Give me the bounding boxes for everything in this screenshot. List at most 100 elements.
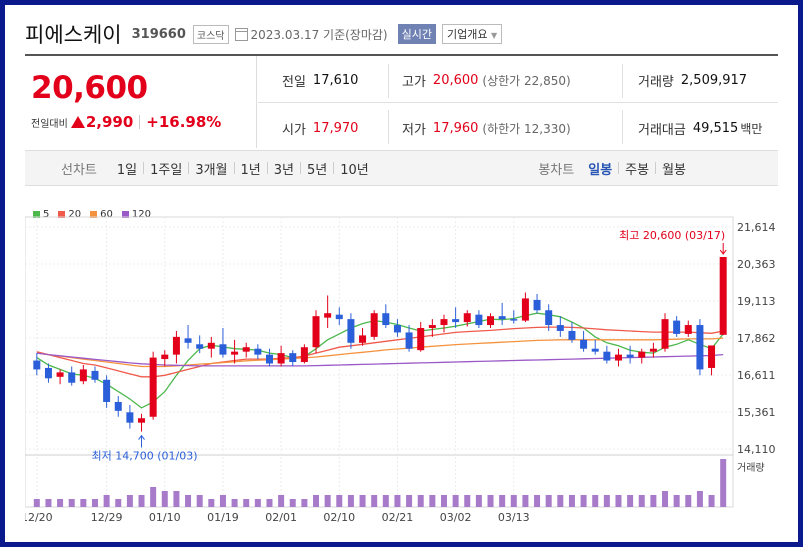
candle-body bbox=[487, 316, 495, 326]
candle-body bbox=[277, 353, 285, 364]
volume-bar bbox=[510, 495, 517, 507]
realtime-button[interactable]: 실시간 bbox=[397, 24, 436, 44]
title-bar: 피에스케이 319660 코스닥 2023.03.17 기준(장마감) 실시간 … bbox=[25, 16, 503, 52]
candle-body bbox=[614, 354, 622, 361]
stock-name[interactable]: 피에스케이 bbox=[25, 19, 122, 49]
volume-bar bbox=[557, 495, 564, 507]
candle-period-tab[interactable]: 일봉 bbox=[582, 159, 618, 178]
volume-label: 거래량 bbox=[737, 462, 765, 474]
volume-bar bbox=[580, 495, 587, 507]
candle-chart-tabs: 봉차트 일봉 주봉 월봉 bbox=[538, 159, 692, 178]
volume-bar bbox=[545, 495, 552, 507]
current-price: 20,600 bbox=[31, 70, 148, 106]
candle-body bbox=[568, 330, 576, 340]
stat-value: 20,600 bbox=[432, 73, 479, 88]
y-tick-label: 17,862 bbox=[737, 332, 776, 345]
candle-body bbox=[661, 319, 669, 349]
change-label: 전일대비 bbox=[31, 118, 68, 130]
candle-body bbox=[708, 345, 716, 368]
candle-body bbox=[196, 344, 204, 349]
stat-label: 전일 bbox=[282, 75, 306, 90]
stat-divider bbox=[622, 64, 623, 98]
line-period-tab[interactable]: 1년 bbox=[235, 159, 267, 178]
candlestick-chart[interactable]: 21,614 20,363 19,113 17,862 16,611 15,361 14,1… bbox=[25, 203, 785, 533]
y-tick-label: 19,113 bbox=[737, 295, 776, 308]
volume-bar bbox=[615, 495, 622, 507]
candle-body bbox=[126, 412, 134, 423]
volume-bar bbox=[371, 495, 378, 507]
candle-body bbox=[207, 342, 215, 349]
volume-bar bbox=[452, 495, 459, 507]
x-tick-label: 03/02 bbox=[440, 511, 472, 524]
volume-bar bbox=[150, 487, 157, 507]
volume-bar bbox=[359, 495, 366, 507]
stat-unit: 백만 bbox=[740, 122, 763, 136]
line-period-tab[interactable]: 5년 bbox=[301, 159, 333, 178]
volume-bar bbox=[685, 495, 692, 507]
line-period-list: 1일 1주일 3개월 1년 3년 5년 10년 bbox=[111, 159, 375, 178]
volume-bar bbox=[278, 495, 285, 507]
volume-bar bbox=[696, 491, 703, 507]
company-info-label: 기업개요 bbox=[447, 28, 488, 41]
line-period-tab[interactable]: 1일 bbox=[111, 159, 143, 178]
volume-bar bbox=[394, 495, 401, 507]
line-chart-label: 선차트 bbox=[61, 162, 97, 178]
y-tick-label: 20,363 bbox=[737, 258, 776, 271]
volume-bar bbox=[429, 495, 436, 507]
volume-bar bbox=[406, 495, 413, 507]
candle-period-tab[interactable]: 월봉 bbox=[656, 159, 692, 178]
line-period-tab[interactable]: 1주일 bbox=[144, 159, 188, 178]
volume-bar bbox=[115, 499, 122, 507]
candle-body bbox=[300, 347, 308, 363]
stock-code: 319660 bbox=[131, 26, 186, 42]
candle-body bbox=[289, 353, 297, 363]
stat-value: 2,509,917 bbox=[680, 73, 748, 88]
volume-bar bbox=[568, 495, 575, 507]
volume-bar bbox=[91, 499, 98, 507]
candle-period-list: 일봉 주봉 월봉 bbox=[582, 159, 692, 178]
volume-bar bbox=[231, 499, 238, 507]
company-info-dropdown[interactable]: 기업개요 ▼ bbox=[442, 24, 503, 44]
x-tick-label: 02/01 bbox=[265, 511, 297, 524]
volume-bar bbox=[475, 495, 482, 507]
candle-body bbox=[172, 336, 180, 355]
candle-body bbox=[405, 332, 413, 349]
candle-body bbox=[149, 357, 157, 417]
candle-period-tab[interactable]: 주봉 bbox=[619, 159, 655, 178]
candle-body bbox=[533, 299, 541, 311]
line-period-tab[interactable]: 3년 bbox=[268, 159, 300, 178]
volume-bar bbox=[440, 495, 447, 507]
x-tick-label: 02/21 bbox=[382, 511, 414, 524]
y-tick-label: 14,110 bbox=[737, 443, 776, 456]
y-tick-label: 21,614 bbox=[737, 221, 776, 234]
volume-bar bbox=[627, 495, 634, 507]
candle-chart-label: 봉차트 bbox=[538, 162, 575, 178]
volume-bar bbox=[324, 495, 331, 507]
stat-value: 17,960 bbox=[432, 121, 479, 136]
stat-amount: 거래대금 49,515 백만 bbox=[638, 119, 762, 138]
volume-bar bbox=[289, 499, 296, 507]
candle-body bbox=[696, 325, 704, 370]
volume-bar bbox=[57, 499, 64, 507]
ma-line-5 bbox=[36, 312, 724, 409]
candle-body bbox=[452, 319, 460, 323]
candle-body bbox=[649, 348, 657, 352]
volume-bar bbox=[534, 495, 541, 507]
candle-body bbox=[626, 354, 634, 358]
y-tick-label: 15,361 bbox=[737, 406, 776, 419]
x-tick-label: 12/29 bbox=[91, 511, 123, 524]
volume-bar bbox=[522, 495, 529, 507]
volume-bar bbox=[662, 491, 669, 507]
candle-body bbox=[184, 338, 192, 343]
candle-body bbox=[393, 325, 401, 333]
volume-bar bbox=[254, 499, 261, 507]
candle-body bbox=[56, 372, 64, 377]
volume-bar bbox=[138, 495, 145, 507]
line-period-tab[interactable]: 3개월 bbox=[189, 159, 233, 178]
stat-value: 17,610 bbox=[312, 73, 359, 88]
candle-body bbox=[231, 351, 239, 355]
change-row: 전일대비 2,990 +16.98% bbox=[31, 113, 221, 131]
line-period-tab[interactable]: 10년 bbox=[334, 159, 375, 178]
candle-body bbox=[114, 401, 122, 411]
candle-body bbox=[33, 360, 41, 370]
